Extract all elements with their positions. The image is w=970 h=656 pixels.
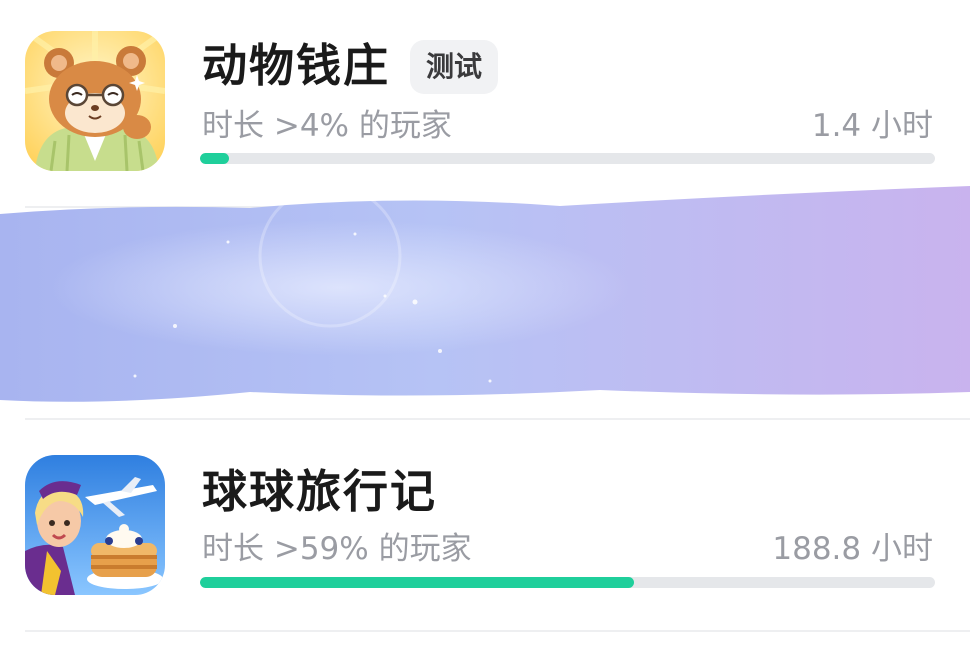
playtime-progress-bar [200, 153, 935, 164]
playtime-progress-fill [200, 577, 634, 588]
divider [25, 630, 970, 632]
game-title[interactable]: 球球旅行记 [202, 464, 437, 520]
playtime-hours: 188.8 小时 [772, 531, 933, 567]
flight-attendant-pancakes-icon[interactable] [25, 455, 165, 595]
playtime-rank-text: 时长 >59% 的玩家 [202, 531, 472, 567]
playtime-progress-bar [200, 577, 935, 588]
test-badge: 测试 [410, 40, 499, 94]
game-item-1[interactable]: 动物钱庄 测试 时长 >4% 的玩家 1.4 小时 [0, 0, 970, 200]
playtime-rank-text: 时长 >4% 的玩家 [202, 108, 452, 144]
playtime-progress-fill [200, 153, 230, 164]
game-playtime-list: 动物钱庄 测试 时长 >4% 的玩家 1.4 小时 球球旅行记 时长 >59% … [0, 0, 970, 656]
redacted-region [0, 184, 970, 412]
game-item-2[interactable]: 球球旅行记 时长 >59% 的玩家 188.8 小时 [0, 420, 970, 630]
hamster-banker-icon[interactable] [25, 31, 165, 171]
playtime-hours: 1.4 小时 [811, 108, 933, 144]
game-title[interactable]: 动物钱庄 [202, 38, 390, 94]
